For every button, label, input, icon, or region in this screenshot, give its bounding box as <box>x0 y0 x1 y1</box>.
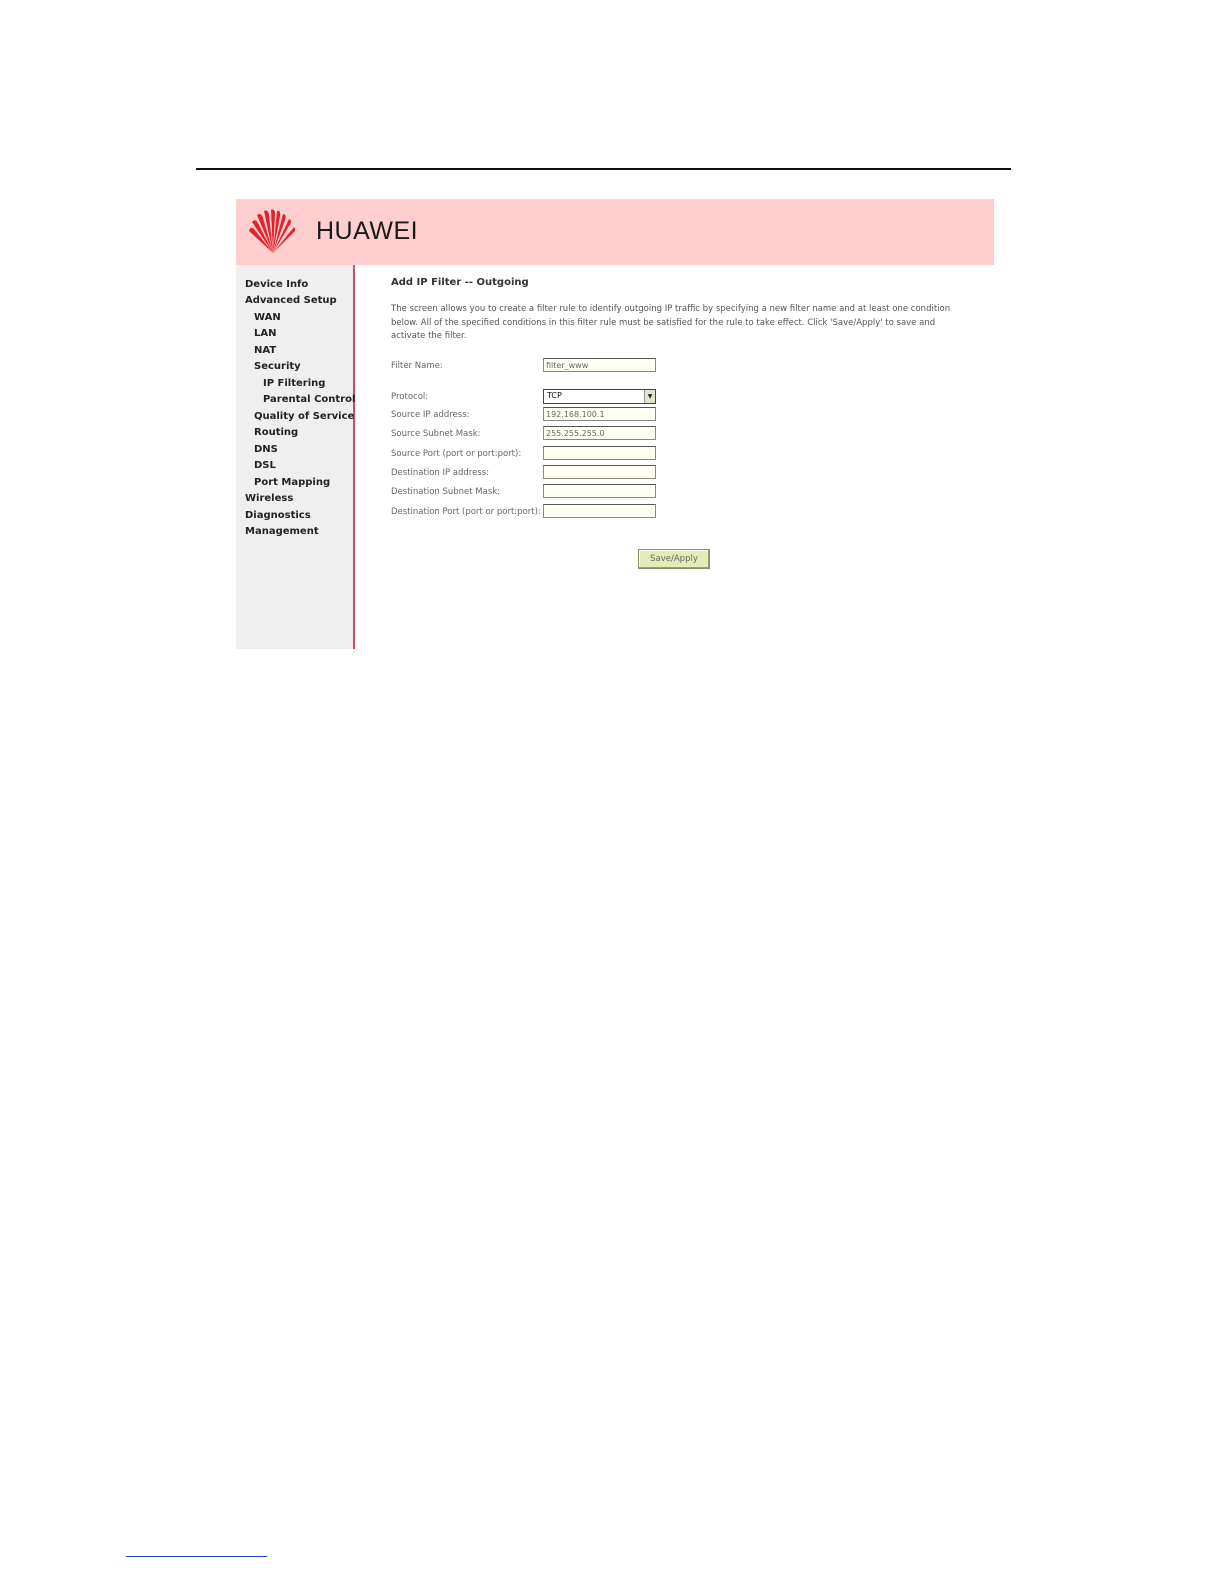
filter-name-label: Filter Name: <box>391 361 443 371</box>
huawei-logo-icon <box>249 209 296 253</box>
source-ip-label: Source IP address: <box>391 410 470 420</box>
source-ip-field[interactable] <box>543 407 656 421</box>
protocol-select[interactable]: TCP ▼ <box>543 389 656 404</box>
sidebar-item-management[interactable]: Management <box>245 526 319 537</box>
page-title: Add IP Filter -- Outgoing <box>391 277 529 288</box>
header-banner: HUAWEI <box>236 199 994 265</box>
page-description: The screen allows you to create a filter… <box>391 304 951 341</box>
dest-port-label: Destination Port (port or port:port): <box>391 507 541 517</box>
sidebar-item-dns[interactable]: DNS <box>254 444 278 455</box>
brand-name: HUAWEI <box>316 217 419 245</box>
sidebar-item-security[interactable]: Security <box>254 361 301 372</box>
chevron-down-icon[interactable]: ▼ <box>644 390 655 403</box>
source-port-field[interactable] <box>543 446 656 460</box>
sidebar-item-dsl[interactable]: DSL <box>254 460 276 471</box>
source-port-label: Source Port (port or port:port): <box>391 449 522 459</box>
sidebar-item-port-mapping[interactable]: Port Mapping <box>254 477 330 488</box>
sidebar-item-ip-filtering[interactable]: IP Filtering <box>263 378 325 389</box>
source-mask-field[interactable] <box>543 426 656 440</box>
sidebar-item-lan[interactable]: LAN <box>254 328 276 339</box>
filter-name-field[interactable] <box>543 358 656 372</box>
router-admin-screenshot: HUAWEI Device Info Advanced Setup WAN LA… <box>236 199 994 649</box>
protocol-selected-value: TCP <box>547 391 562 400</box>
sidebar-item-nat[interactable]: NAT <box>254 345 276 356</box>
sidebar-item-diagnostics[interactable]: Diagnostics <box>245 510 311 521</box>
dest-port-field[interactable] <box>543 504 656 518</box>
sidebar-item-advanced-setup[interactable]: Advanced Setup <box>245 295 337 306</box>
dest-ip-label: Destination IP address: <box>391 468 490 478</box>
sidebar-item-device-info[interactable]: Device Info <box>245 279 308 290</box>
dest-mask-field[interactable] <box>543 484 656 498</box>
source-mask-label: Source Subnet Mask: <box>391 429 481 439</box>
page-top-rule <box>196 168 1011 170</box>
save-apply-button[interactable]: Save/Apply <box>638 549 710 569</box>
footnote-rule <box>126 1556 267 1557</box>
dest-mask-label: Destination Subnet Mask: <box>391 487 501 497</box>
dest-ip-field[interactable] <box>543 465 656 479</box>
sidebar-item-wan[interactable]: WAN <box>254 312 281 323</box>
protocol-label: Protocol: <box>391 392 429 402</box>
sidebar-item-routing[interactable]: Routing <box>254 427 298 438</box>
sidebar-item-parental-control[interactable]: Parental Control <box>263 394 355 405</box>
sidebar-item-wireless[interactable]: Wireless <box>245 493 293 504</box>
sidebar-nav: Device Info Advanced Setup WAN LAN NAT S… <box>236 265 355 649</box>
main-content: Add IP Filter -- Outgoing The screen all… <box>391 265 991 649</box>
sidebar-item-quality-of-service[interactable]: Quality of Service <box>254 411 354 422</box>
